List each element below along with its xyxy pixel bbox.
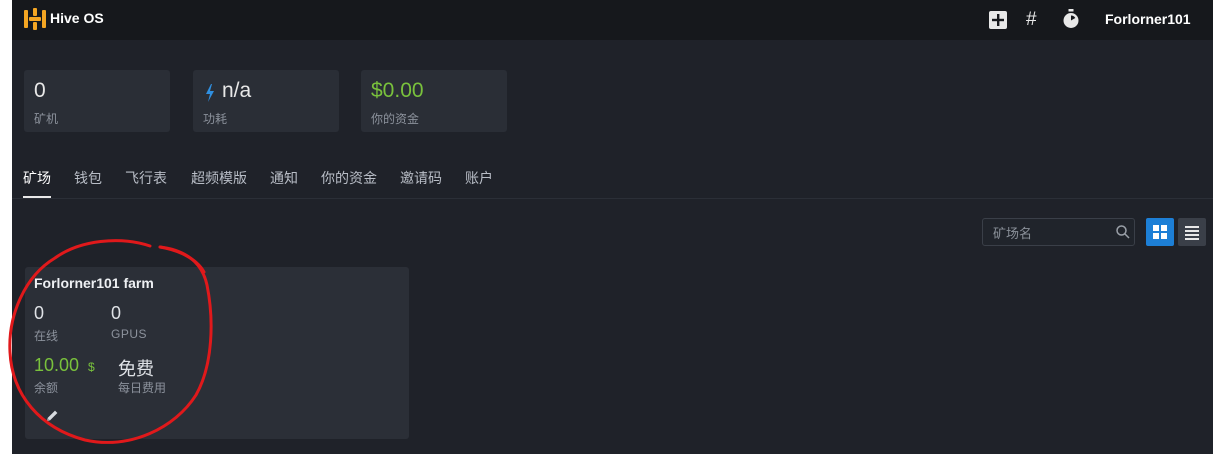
tab-referrals[interactable]: 邀请码	[400, 168, 442, 196]
hiveos-logo-icon	[24, 8, 46, 30]
list-view-button[interactable]	[1178, 218, 1206, 246]
farm-search-input[interactable]	[983, 219, 1123, 247]
list-icon	[1185, 226, 1199, 240]
power-value: n/a	[222, 79, 252, 102]
grid-icon	[1153, 225, 1167, 239]
plus-square-icon[interactable]	[989, 11, 1007, 29]
tab-wallets[interactable]: 钱包	[74, 168, 102, 196]
farm-name[interactable]: Forlorner101 farm	[34, 275, 154, 291]
top-navbar: Hive OS # Forlorner101	[12, 0, 1213, 40]
app-frame: Hive OS # Forlorner101 0 矿机 n/a 功耗 $0.00…	[12, 0, 1213, 454]
workers-count: 0	[34, 79, 46, 102]
stat-card-power: n/a 功耗	[193, 70, 339, 132]
brand-name: Hive OS	[50, 10, 104, 26]
farm-balance-currency: $	[88, 360, 95, 374]
tab-notifications[interactable]: 通知	[270, 168, 298, 196]
balance-value: $0.00	[371, 79, 424, 102]
lightning-icon	[206, 84, 214, 102]
tab-account[interactable]: 账户	[465, 168, 493, 196]
tabs-divider	[12, 198, 1213, 199]
workers-label: 矿机	[34, 112, 59, 126]
farm-balance-value: 10.00	[34, 355, 80, 375]
hash-icon[interactable]: #	[1026, 9, 1037, 31]
power-label: 功耗	[203, 112, 228, 126]
farm-search	[982, 218, 1135, 247]
online-count: 0	[34, 303, 45, 323]
stat-card-balance: $0.00 你的资金	[361, 70, 507, 132]
gpus-label: GPUS	[111, 327, 148, 341]
online-label: 在线	[34, 329, 59, 343]
tab-flight-sheets[interactable]: 飞行表	[125, 168, 167, 196]
daily-cost-value: 免费	[118, 359, 154, 379]
tab-oc-templates[interactable]: 超频模版	[191, 168, 247, 196]
balance-label: 你的资金	[371, 112, 420, 126]
tab-farms[interactable]: 矿场	[23, 168, 51, 198]
edit-pencil-icon[interactable]	[46, 409, 59, 422]
farm-balance-label: 余额	[34, 381, 59, 395]
daily-cost-label: 每日费用	[118, 381, 167, 395]
username-menu[interactable]: Forlorner101	[1105, 11, 1191, 27]
gpus-count: 0	[111, 303, 122, 323]
farm-card[interactable]: Forlorner101 farm 0 在线 0 GPUS 10.00 $ 余额…	[25, 267, 409, 439]
tab-your-funds[interactable]: 你的资金	[321, 168, 377, 196]
search-icon[interactable]	[1115, 224, 1131, 240]
stopwatch-icon[interactable]	[1062, 9, 1080, 29]
stat-card-workers: 0 矿机	[24, 70, 170, 132]
grid-view-button[interactable]	[1146, 218, 1174, 246]
